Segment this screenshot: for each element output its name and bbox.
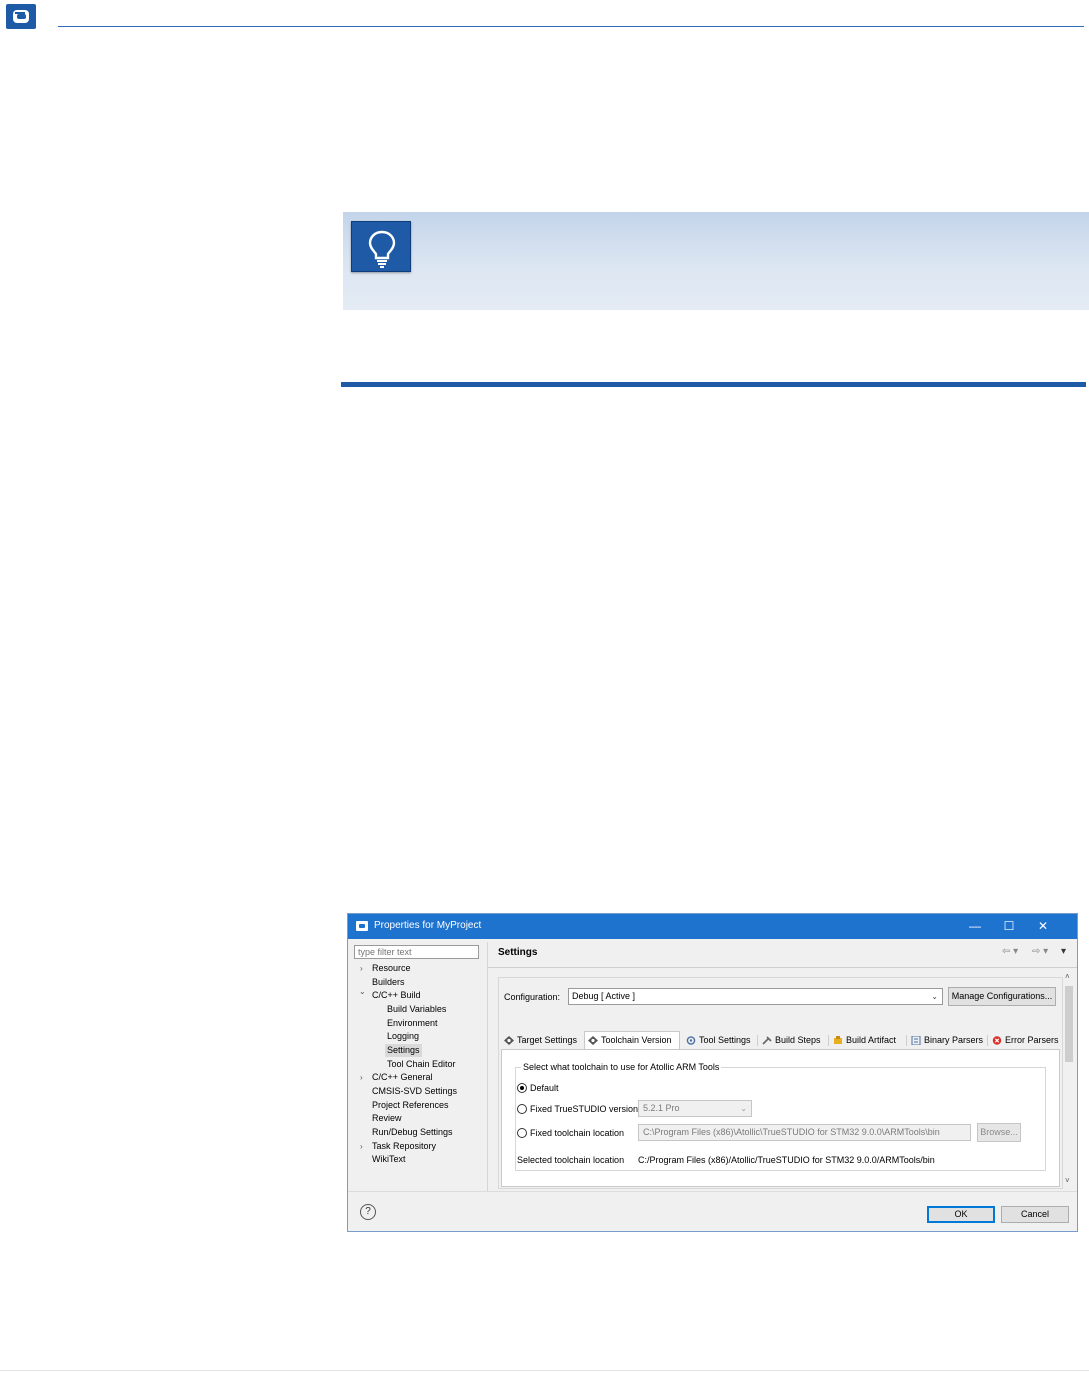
tab-label: Toolchain Version [601, 1035, 672, 1045]
scroll-thumb[interactable] [1065, 986, 1073, 1062]
fixed-location-label: Fixed toolchain location [530, 1128, 625, 1138]
dialog-title: Properties for MyProject [374, 920, 482, 931]
footer-rule [0, 1370, 1089, 1371]
tree-item-cpp-build[interactable]: C/C++ Build [372, 989, 421, 1002]
collapse-chevron-icon[interactable]: ⌄ [359, 987, 366, 996]
dialog-button-bar: ? OK Cancel [348, 1191, 1077, 1231]
tree-item-logging[interactable]: Logging [387, 1030, 419, 1043]
expand-chevron-icon[interactable]: › [360, 1142, 363, 1151]
wrench-icon [762, 1036, 772, 1045]
cancel-button[interactable]: Cancel [1001, 1206, 1069, 1223]
selected-location-value: C:/Program Files (x86)/Atollic/TrueSTUDI… [638, 1155, 935, 1165]
tree-item-task-repository[interactable]: Task Repository [372, 1140, 436, 1153]
tree-item-project-references[interactable]: Project References [372, 1099, 449, 1112]
configuration-select[interactable]: Debug [ Active ] ⌄ [568, 988, 943, 1005]
manage-configurations-button[interactable]: Manage Configurations... [948, 987, 1056, 1006]
header-rule [58, 26, 1084, 27]
tip-callout [343, 212, 1089, 310]
fixed-version-radio[interactable] [517, 1104, 527, 1114]
tree-item-settings[interactable]: Settings [385, 1044, 422, 1057]
tree-item-run-debug[interactable]: Run/Debug Settings [372, 1126, 453, 1139]
tab-label: Target Settings [517, 1035, 578, 1045]
gear-icon [588, 1036, 598, 1045]
tab-separator [828, 1035, 829, 1046]
gear-icon [504, 1036, 514, 1045]
fixed-version-select[interactable]: 5.2.1 Pro ⌄ [638, 1100, 752, 1117]
minimize-icon[interactable]: — [958, 914, 992, 939]
app-icon [356, 921, 368, 931]
chevron-down-icon: ⌄ [740, 1104, 747, 1113]
tab-tool-settings[interactable]: Tool Settings [683, 1032, 756, 1049]
configuration-label: Configuration: [504, 992, 561, 1002]
tree-item-tool-chain-editor[interactable]: Tool Chain Editor [387, 1058, 456, 1071]
tree-item-review[interactable]: Review [372, 1112, 402, 1125]
settings-content: Configuration: Debug [ Active ] ⌄ Manage… [498, 977, 1063, 1189]
tab-separator [757, 1035, 758, 1046]
default-radio[interactable] [517, 1083, 527, 1093]
maximize-icon[interactable]: ☐ [992, 914, 1026, 939]
tab-separator [906, 1035, 907, 1046]
tree-item-resource[interactable]: Resource [372, 962, 411, 975]
tab-label: Build Steps [775, 1035, 821, 1045]
settings-panel: Settings ⇦ ▾ ⇨ ▾ ▾ Configuration: Debug … [488, 942, 1077, 1191]
forward-arrow-icon[interactable]: ⇨ ▾ [1032, 946, 1048, 957]
group-legend: Select what toolchain to use for Atollic… [521, 1062, 722, 1072]
settings-tabs: Target Settings Toolchain Version Tool S… [501, 1031, 1062, 1049]
fixed-location-radio[interactable] [517, 1128, 527, 1138]
fixed-version-value: 5.2.1 Pro [643, 1103, 680, 1113]
tab-label: Binary Parsers [924, 1035, 984, 1045]
properties-dialog: Properties for MyProject — ☐ ✕ › Resourc… [347, 913, 1078, 1232]
tab-error-parsers[interactable]: Error Parsers [989, 1032, 1061, 1049]
tab-label: Tool Settings [699, 1035, 751, 1045]
tab-target-settings[interactable]: Target Settings [501, 1032, 583, 1049]
tree-item-build-variables[interactable]: Build Variables [387, 1003, 446, 1016]
back-arrow-icon[interactable]: ⇦ ▾ [1002, 946, 1018, 957]
scroll-down-icon[interactable]: ˅ [1065, 1176, 1070, 1185]
tab-binary-parsers[interactable]: Binary Parsers [908, 1032, 986, 1049]
ok-button[interactable]: OK [927, 1206, 995, 1223]
tab-toolchain-version[interactable]: Toolchain Version [584, 1031, 680, 1049]
scroll-up-icon[interactable]: ˄ [1065, 972, 1070, 981]
tool-settings-icon [686, 1036, 696, 1045]
fixed-location-input[interactable]: C:\Program Files (x86)\Atollic\TrueSTUDI… [638, 1124, 971, 1141]
fixed-version-label: Fixed TrueSTUDIO version [530, 1104, 639, 1114]
tab-separator [987, 1035, 988, 1046]
close-icon[interactable]: ✕ [1026, 914, 1060, 939]
selected-location-label: Selected toolchain location [517, 1155, 625, 1165]
title-separator [488, 967, 1077, 968]
tab-label: Build Artifact [846, 1035, 897, 1045]
tree-item-cmsis-svd[interactable]: CMSIS-SVD Settings [372, 1085, 457, 1098]
dialog-titlebar[interactable]: Properties for MyProject — ☐ ✕ [348, 914, 1077, 939]
atollic-logo-icon [6, 4, 36, 29]
tree-item-environment[interactable]: Environment [387, 1017, 438, 1030]
toolchain-group: Select what toolchain to use for Atollic… [515, 1062, 1046, 1171]
expand-chevron-icon[interactable]: › [360, 1073, 363, 1082]
binary-parser-icon [911, 1036, 921, 1045]
view-menu-icon[interactable]: ▾ [1061, 946, 1066, 957]
tree-item-cpp-general[interactable]: C/C++ General [372, 1071, 433, 1084]
tab-build-artifact[interactable]: Build Artifact [830, 1032, 905, 1049]
lightbulb-icon [351, 221, 411, 272]
tree-item-wikitext[interactable]: WikiText [372, 1153, 406, 1166]
tree-item-builders[interactable]: Builders [372, 976, 405, 989]
expand-chevron-icon[interactable]: › [360, 964, 363, 973]
help-icon[interactable]: ? [360, 1204, 376, 1220]
artifact-icon [834, 1036, 842, 1044]
tab-label: Error Parsers [1005, 1035, 1059, 1045]
tab-build-steps[interactable]: Build Steps [759, 1032, 827, 1049]
browse-button[interactable]: Browse... [977, 1123, 1021, 1142]
default-label: Default [530, 1083, 559, 1093]
filter-input[interactable] [354, 945, 479, 959]
page-title: Settings [498, 947, 538, 958]
toolchain-tab-body: Select what toolchain to use for Atollic… [501, 1049, 1060, 1187]
section-divider [341, 382, 1086, 387]
chevron-down-icon: ⌄ [931, 992, 938, 1001]
error-icon [992, 1036, 1002, 1045]
configuration-value: Debug [ Active ] [572, 991, 636, 1001]
vertical-scrollbar[interactable]: ˄ ˅ [1063, 972, 1075, 1189]
